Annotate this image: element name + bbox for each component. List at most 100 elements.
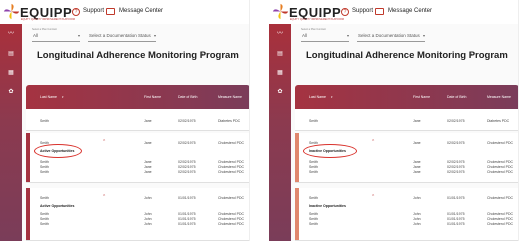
- subrow-dob: 02/02/1975: [447, 165, 465, 169]
- subrow-measure: Cholesterol PDC: [487, 160, 514, 164]
- subrow-last-name: Smith: [40, 212, 49, 216]
- subrow-last-name: Smith: [40, 217, 49, 221]
- column-header-last-name[interactable]: Last Name: [40, 95, 57, 99]
- subrow-measure: Cholesterol PDC: [218, 217, 245, 221]
- subrow-last-name: Smith: [40, 222, 49, 226]
- calendar-icon[interactable]: ▦: [7, 69, 15, 77]
- cell-last-name: Smith: [40, 196, 49, 200]
- chart-line-icon[interactable]: 〰: [7, 30, 15, 38]
- column-header-dob[interactable]: Date of Birth: [178, 95, 197, 99]
- subrow-dob: 01/01/1975: [447, 217, 465, 221]
- table-row[interactable]: Smith Jane 02/02/1975 Diabetes PDC: [295, 109, 518, 131]
- message-icon[interactable]: [375, 8, 384, 15]
- subrow-first-name: John: [144, 217, 152, 221]
- table-header: Last Name ▾ First Name Date of Birth Mea…: [295, 85, 518, 109]
- row-accent-bar: [295, 133, 299, 182]
- subrow-measure: Cholesterol PDC: [218, 165, 245, 169]
- pinwheel-logo-icon[interactable]: [272, 3, 289, 20]
- column-header-first-name[interactable]: First Name: [413, 95, 430, 99]
- sidebar: 〰 ▤ ▦ ✿: [0, 24, 22, 241]
- highlight-annotation: [303, 144, 357, 158]
- subrow-dob: 02/02/1975: [447, 170, 465, 174]
- subrow-measure: Cholesterol PDC: [218, 212, 245, 216]
- table-row-expanded[interactable]: Smith ⌃ John 01/01/1975 Cholesterol PDC …: [295, 188, 518, 241]
- calendar-icon[interactable]: ▦: [276, 69, 284, 77]
- column-header-first-name[interactable]: First Name: [144, 95, 161, 99]
- cell-dob: 01/01/1975: [178, 196, 196, 200]
- cell-dob: 02/02/1975: [447, 119, 465, 123]
- documentation-status-placeholder: Select a Documentation Status: [358, 33, 420, 38]
- column-header-measure[interactable]: Measure Name: [218, 95, 242, 99]
- subrow-last-name: Smith: [309, 170, 318, 174]
- help-circle-icon[interactable]: ?: [72, 8, 80, 16]
- subrow-first-name: John: [144, 212, 152, 216]
- program-caret-icon[interactable]: ▸: [471, 52, 474, 58]
- subrow-last-name: Smith: [309, 217, 318, 221]
- page-title: Longitudinal Adherence Monitoring Progra…: [306, 50, 508, 61]
- column-header-last-name[interactable]: Last Name: [309, 95, 326, 99]
- chart-line-icon[interactable]: 〰: [276, 30, 284, 38]
- documentation-status-placeholder: Select a Documentation Status: [89, 33, 151, 38]
- subrow-last-name: Smith: [40, 165, 49, 169]
- table-row-expanded[interactable]: Smith ⌃ Jane 02/02/1975 Cholesterol PDC …: [26, 133, 249, 183]
- document-icon[interactable]: ▤: [7, 50, 15, 58]
- cell-measure: Cholesterol PDC: [218, 196, 245, 200]
- subrow-dob: 01/01/1975: [178, 222, 196, 226]
- chevron-up-icon[interactable]: ⌃: [371, 139, 375, 145]
- documentation-status-select[interactable]: Select a Documentation Status ▾: [88, 28, 156, 42]
- subrow-first-name: Jane: [413, 160, 421, 164]
- table-row[interactable]: Smith Jane 02/02/1975 Diabetes PDC: [26, 109, 249, 131]
- section-label-active-opportunities: Active Opportunities: [40, 204, 75, 208]
- message-center-link[interactable]: Message Center: [388, 8, 432, 14]
- program-caret-icon[interactable]: ▸: [202, 52, 205, 58]
- message-center-link[interactable]: Message Center: [119, 8, 163, 14]
- sort-caret-icon[interactable]: ▾: [62, 95, 64, 99]
- chevron-up-icon[interactable]: ⌃: [102, 194, 106, 200]
- subrow-last-name: Smith: [309, 212, 318, 216]
- logo-subtext: EQUITY QUALITY IMPROVEMENT PLATFORM: [21, 18, 75, 21]
- support-link[interactable]: Support: [83, 8, 104, 14]
- cell-dob: 02/02/1975: [178, 119, 196, 123]
- pill-icon[interactable]: ✿: [7, 88, 15, 96]
- plan-contract-value: All: [33, 33, 39, 38]
- column-header-dob[interactable]: Date of Birth: [447, 95, 466, 99]
- support-link[interactable]: Support: [352, 8, 373, 14]
- sidebar: 〰 ▤ ▦ ✿: [269, 24, 291, 241]
- table-header: Last Name ▾ First Name Date of Birth Mea…: [26, 85, 249, 109]
- subrow-last-name: Smith: [309, 222, 318, 226]
- pinwheel-logo-icon[interactable]: [3, 3, 20, 20]
- subrow-measure: Cholesterol PDC: [487, 217, 514, 221]
- dropdown-caret-icon: ▾: [422, 33, 425, 38]
- subrow-last-name: Smith: [40, 170, 49, 174]
- sort-caret-icon[interactable]: ▾: [331, 95, 333, 99]
- message-icon[interactable]: [106, 8, 115, 15]
- dropdown-caret-icon: ▾: [77, 33, 80, 38]
- table-row-expanded[interactable]: Smith ⌃ Jane 02/02/1975 Cholesterol PDC …: [295, 133, 518, 183]
- pill-icon[interactable]: ✿: [276, 88, 284, 96]
- subrow-dob: 02/02/1975: [178, 170, 196, 174]
- cell-dob: 02/02/1975: [178, 141, 196, 145]
- chevron-up-icon[interactable]: ⌃: [102, 139, 106, 145]
- cell-first-name: John: [413, 196, 421, 200]
- table-row-expanded[interactable]: Smith ⌃ John 01/01/1975 Cholesterol PDC …: [26, 188, 249, 241]
- help-circle-icon[interactable]: ?: [341, 8, 349, 16]
- row-accent-bar: [26, 133, 30, 182]
- column-header-measure[interactable]: Measure Name: [487, 95, 511, 99]
- row-accent-bar: [295, 188, 299, 240]
- subrow-measure: Cholesterol PDC: [487, 165, 514, 169]
- subrow-measure: Cholesterol PDC: [487, 170, 514, 174]
- document-icon[interactable]: ▤: [276, 50, 284, 58]
- plan-contract-select[interactable]: Select a Plan Contract All ▾: [32, 28, 80, 42]
- dropdown-caret-icon: ▾: [153, 33, 156, 38]
- chevron-up-icon[interactable]: ⌃: [371, 194, 375, 200]
- documentation-status-select[interactable]: Select a Documentation Status ▾: [357, 28, 425, 42]
- plan-contract-select[interactable]: Select a Plan Contract All ▾: [301, 28, 349, 42]
- cell-measure: Cholesterol PDC: [487, 141, 514, 145]
- subrow-measure: Cholesterol PDC: [487, 222, 514, 226]
- cell-measure: Diabetes PDC: [487, 119, 510, 123]
- subrow-dob: 01/01/1975: [447, 222, 465, 226]
- subrow-last-name: Smith: [309, 165, 318, 169]
- cell-dob: 01/01/1975: [447, 196, 465, 200]
- plan-contract-label: Select a Plan Contract: [32, 28, 57, 31]
- subrow-dob: 02/02/1975: [178, 165, 196, 169]
